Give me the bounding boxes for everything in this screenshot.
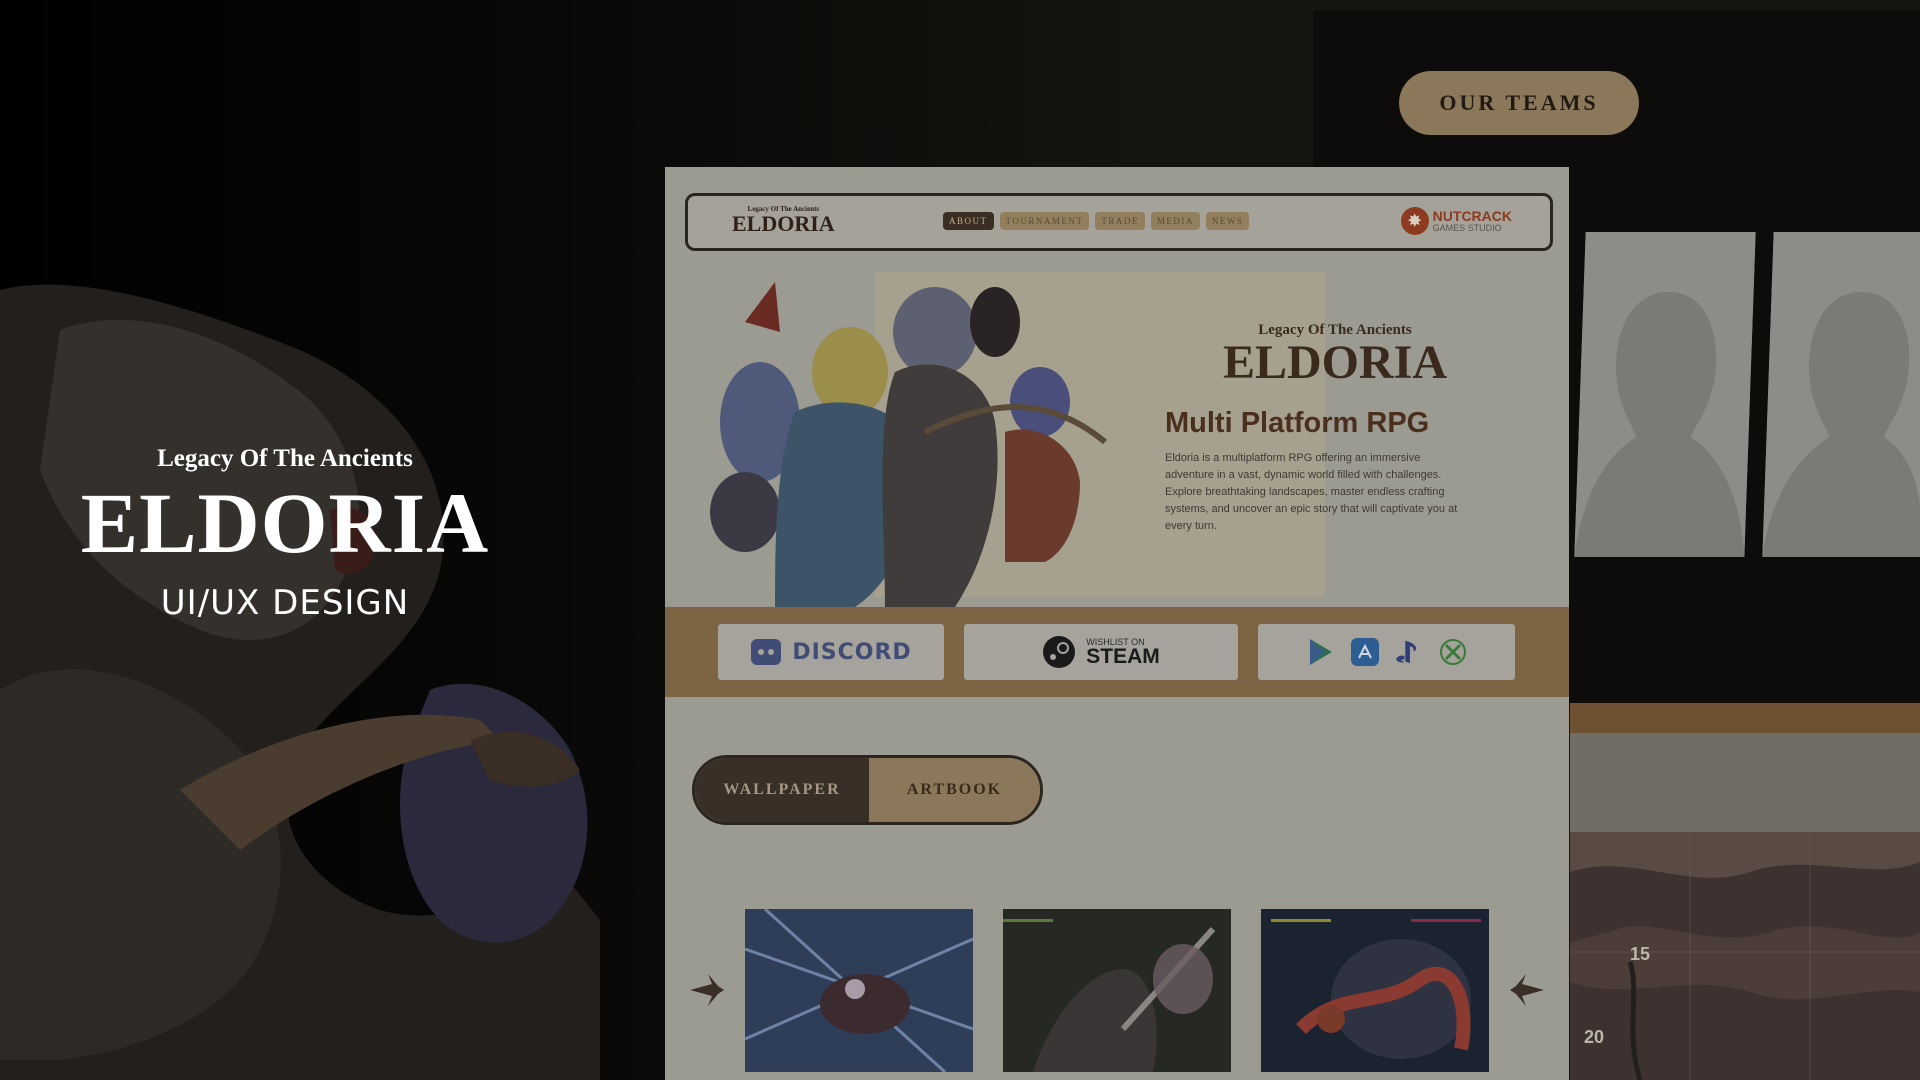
team-member-card[interactable]: [1574, 232, 1756, 557]
wallpaper-image: [1261, 909, 1489, 1072]
website-mockup: Legacy Of The Ancients ELDORIA ABOUT TOU…: [665, 167, 1569, 1080]
tagline: UI/UX DESIGN: [160, 583, 410, 623]
hero-text: Legacy Of The Ancients ELDORIA Multi Pla…: [1165, 322, 1465, 535]
world-map[interactable]: 15 20: [1570, 832, 1920, 1080]
character-artwork: [0, 284, 600, 1080]
platform-bar: DISCORD WISHLIST ON STEAM: [665, 607, 1569, 697]
section-divider: [1570, 703, 1920, 733]
our-teams-button[interactable]: OUR TEAMS: [1399, 71, 1639, 135]
media-tabs: WALLPAPER ARTBOOK: [692, 755, 1043, 825]
nav-logo-title: ELDORIA: [732, 211, 835, 236]
discord-icon: [751, 639, 782, 665]
site-navbar: Legacy Of The Ancients ELDORIA ABOUT TOU…: [685, 193, 1553, 251]
nav-logo[interactable]: Legacy Of The Ancients ELDORIA: [732, 205, 835, 235]
steam-label: STEAM: [1086, 645, 1160, 668]
hero-logo: ELDORIA: [1222, 336, 1448, 389]
person-silhouette-icon: [1762, 232, 1920, 557]
brand-name: NUTCRACK: [1432, 207, 1512, 224]
map-terrain: [1570, 832, 1920, 1080]
tab-artbook[interactable]: ARTBOOK: [869, 758, 1040, 822]
map-marker-label: 15: [1630, 944, 1651, 964]
brand-subtitle: GAMES STUDIO: [1432, 222, 1502, 233]
nav-item-media[interactable]: MEDIA: [1150, 212, 1200, 230]
person-silhouette-icon: [1574, 232, 1756, 557]
tab-wallpaper[interactable]: WALLPAPER: [695, 758, 869, 822]
google-play-icon[interactable]: [1307, 638, 1335, 666]
left-title-block: Legacy Of The Ancients ELDORIA UI/UX DES…: [40, 445, 530, 623]
wallpaper-image: [1003, 909, 1231, 1072]
nav-item-news[interactable]: NEWS: [1205, 212, 1250, 230]
steam-wishlist-button[interactable]: WISHLIST ON STEAM: [964, 624, 1238, 680]
game-subtitle: Legacy Of The Ancients: [157, 445, 413, 472]
hero-heading: Multi Platform RPG: [1165, 407, 1430, 439]
playstation-icon[interactable]: [1395, 638, 1423, 666]
nav-menu: ABOUT TOURNAMENT TRADE MEDIA NEWS: [943, 212, 1250, 230]
hero-characters-artwork: [710, 282, 1107, 607]
discord-button[interactable]: DISCORD: [718, 624, 944, 680]
section-background: [1570, 733, 1920, 833]
map-marker-label: 20: [1584, 1027, 1605, 1047]
hero-description: Eldoria is a multiplatform RPG offering …: [1165, 452, 1458, 532]
nav-item-tournament[interactable]: TOURNAMENT: [999, 212, 1090, 230]
nav-item-trade[interactable]: TRADE: [1095, 212, 1145, 230]
nutcrack-logo-icon: ✸: [1400, 207, 1429, 235]
store-buttons: [1258, 624, 1515, 680]
app-store-icon[interactable]: [1350, 638, 1379, 666]
gallery-thumbnail[interactable]: [745, 909, 973, 1072]
gallery-thumbnail[interactable]: [1261, 909, 1489, 1072]
game-logo: ELDORIA: [80, 475, 490, 571]
gallery-thumbnail[interactable]: [1003, 909, 1231, 1072]
studio-brand[interactable]: ✸ NUTCRACK GAMES STUDIO: [1400, 207, 1512, 235]
steam-icon: [1043, 636, 1076, 668]
xbox-icon[interactable]: [1439, 638, 1467, 666]
discord-label: DISCORD: [792, 639, 912, 665]
team-member-card[interactable]: [1762, 232, 1920, 557]
gallery-next-arrow-icon[interactable]: [1508, 970, 1548, 1010]
nav-item-about[interactable]: ABOUT: [943, 212, 994, 230]
gallery-prev-arrow-icon[interactable]: [686, 970, 726, 1010]
wallpaper-image: [745, 909, 973, 1072]
